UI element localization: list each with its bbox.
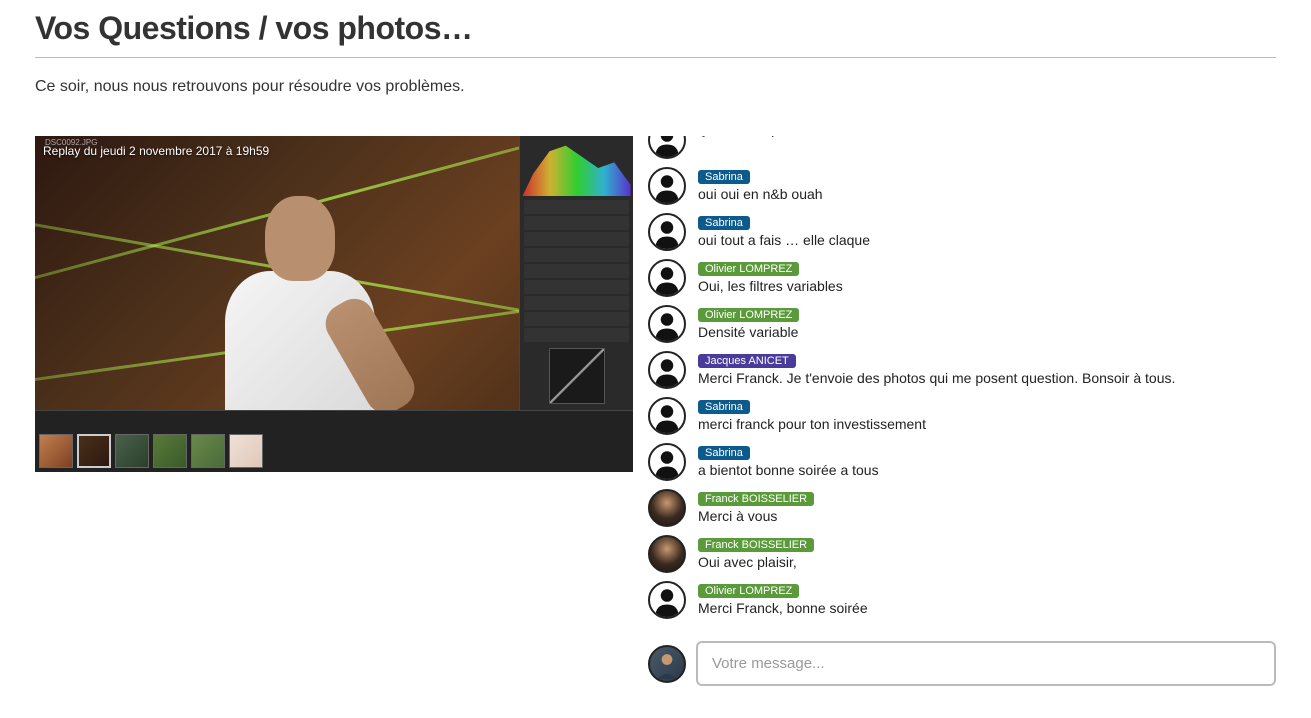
lightroom-filmstrip <box>35 410 633 472</box>
avatar <box>648 305 686 343</box>
thumbnail[interactable] <box>191 434 225 468</box>
author-badge: Franck BOISSELIER <box>698 538 814 552</box>
chat-message: Olivier LOMPREZ Oui, les filtres variable… <box>648 259 1268 297</box>
thumbnail[interactable] <box>39 434 73 468</box>
histogram-icon <box>523 140 631 196</box>
tone-curve-icon <box>549 348 605 404</box>
avatar <box>648 397 686 435</box>
avatar <box>648 645 686 683</box>
avatar <box>648 489 686 527</box>
video-player[interactable]: DSC0092.JPG Replay du jeudi 2 novembre 2… <box>35 136 633 472</box>
chat-message: Jacques ANICET Merci Franck. Je t'envoie … <box>648 351 1268 389</box>
message-text: Merci Franck. Je t'envoie des photos qui… <box>698 370 1175 386</box>
avatar <box>648 581 686 619</box>
avatar <box>648 213 686 251</box>
author-badge: Olivier LOMPREZ <box>698 308 799 322</box>
message-text: Oui, les filtres variables <box>698 278 843 294</box>
message-text: Ça arrache plus en N&B. <box>698 136 853 137</box>
page-subtitle: Ce soir, nous nous retrouvons pour résou… <box>35 78 1276 96</box>
message-text: oui tout a fais … elle claque <box>698 232 870 248</box>
author-badge: Sabrina <box>698 216 750 230</box>
author-badge: Sabrina <box>698 170 750 184</box>
message-text: oui oui en n&b ouah <box>698 186 823 202</box>
author-badge: Sabrina <box>698 446 750 460</box>
avatar <box>648 259 686 297</box>
divider <box>35 57 1276 58</box>
thumbnail[interactable] <box>229 434 263 468</box>
page-title: Vos Questions / vos photos… <box>35 10 1276 47</box>
chat-message-list[interactable]: Ça arrache plus en N&B. Sabrina oui oui en… <box>648 136 1276 627</box>
chat-message: Sabrina merci franck pour ton investissem… <box>648 397 1268 435</box>
video-filename: DSC0092.JPG <box>45 138 97 147</box>
avatar <box>648 443 686 481</box>
message-text: Densité variable <box>698 324 798 340</box>
author-badge: Sabrina <box>698 400 750 414</box>
chat-message: Olivier LOMPREZ Densité variable <box>648 305 1268 343</box>
author-badge: Franck BOISSELIER <box>698 492 814 506</box>
message-text: Oui avec plaisir, <box>698 554 797 570</box>
chat-message: Sabrina oui oui en n&b ouah <box>648 167 1268 205</box>
avatar <box>648 535 686 573</box>
chat-message: Olivier LOMPREZ Merci Franck, bonne soiré… <box>648 581 1268 619</box>
thumbnail[interactable] <box>115 434 149 468</box>
chat-message: Franck BOISSELIER Oui avec plaisir, <box>648 535 1268 573</box>
chat-message: Franck BOISSELIER Merci à vous <box>648 489 1268 527</box>
message-text: a bientot bonne soirée a tous <box>698 462 879 478</box>
chat-message: Ça arrache plus en N&B. <box>648 136 1268 159</box>
thumbnail[interactable] <box>77 434 111 468</box>
lightroom-panel <box>519 136 633 426</box>
chat-message: Sabrina oui tout a fais … elle claque <box>648 213 1268 251</box>
avatar <box>648 167 686 205</box>
avatar <box>648 351 686 389</box>
author-badge: Olivier LOMPREZ <box>698 262 799 276</box>
avatar <box>648 136 686 159</box>
message-text: Merci à vous <box>698 508 777 524</box>
thumbnail[interactable] <box>153 434 187 468</box>
message-text: Merci Franck, bonne soirée <box>698 600 868 616</box>
chat-message: Sabrina a bientot bonne soirée a tous <box>648 443 1268 481</box>
author-badge: Jacques ANICET <box>698 354 796 368</box>
author-badge: Olivier LOMPREZ <box>698 584 799 598</box>
message-input[interactable] <box>696 641 1276 686</box>
message-text: merci franck pour ton investissement <box>698 416 926 432</box>
